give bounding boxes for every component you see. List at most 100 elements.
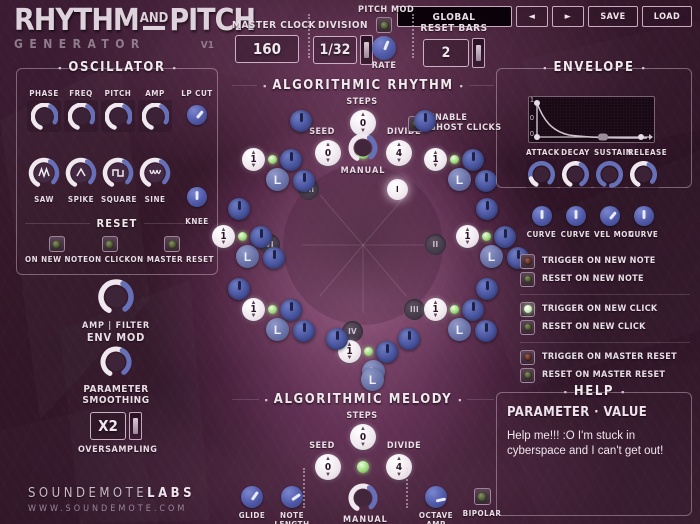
preset-save-button[interactable]: SAVE (588, 6, 638, 27)
step-8-knob-a[interactable] (290, 110, 312, 132)
release-knob[interactable] (630, 161, 657, 188)
melody-manual-knob[interactable] (347, 482, 379, 514)
oversampling-slider[interactable] (129, 412, 142, 440)
pitch-mod-rate-knob[interactable] (372, 36, 396, 60)
preset-prev-button[interactable]: ◄ (516, 6, 548, 27)
step-6-length-button[interactable]: L (236, 245, 259, 268)
knee-knob[interactable] (187, 187, 207, 207)
step-3-value[interactable]: ▲ 1 ▼ (424, 298, 447, 321)
vel-mod-knob[interactable] (599, 206, 620, 226)
melody-steps-value-stepper[interactable]: ▲ 0 ▼ (350, 424, 376, 450)
step-5-value[interactable]: ▲ 1 ▼ (242, 298, 265, 321)
trigger-on-new-note-toggle[interactable] (520, 253, 535, 269)
reset-on-new-note-toggle[interactable] (520, 271, 535, 287)
square-wave-knob[interactable] (102, 157, 134, 189)
curve-1-knob[interactable] (531, 206, 552, 226)
decay-knob[interactable] (562, 161, 589, 188)
step-2-length-button[interactable]: L (480, 245, 503, 268)
step-knob-right-upper[interactable] (476, 198, 498, 220)
step-knob-bottom-left[interactable] (326, 328, 348, 350)
step-5-knob-a[interactable] (280, 298, 302, 321)
reset-on-new-click-toggle[interactable] (520, 319, 535, 335)
step-1-value[interactable]: ▲ 1 ▼ (424, 148, 447, 171)
step-3-led[interactable] (450, 305, 459, 314)
master-clock-value[interactable]: 160 (235, 35, 299, 63)
step-knob-left-lower[interactable] (228, 278, 250, 300)
reset-on-new-click-row[interactable]: RESET ON NEW CLICK (520, 318, 690, 336)
bipolar-toggle[interactable] (473, 488, 491, 505)
trigger-on-master-reset-toggle[interactable] (520, 349, 535, 365)
rhythm-numeral-I[interactable]: I (387, 179, 408, 200)
step-6-led[interactable] (238, 232, 247, 241)
amp-knob[interactable] (141, 102, 169, 130)
step-4-knob-a[interactable] (376, 340, 398, 363)
curve-3-knob[interactable] (633, 206, 654, 226)
step-1-knob-b[interactable] (475, 170, 497, 192)
step-6-knob-b[interactable] (263, 247, 285, 269)
melody-divide-value-stepper[interactable]: ▲ 4 ▼ (386, 454, 412, 480)
sustain-knob[interactable] (596, 161, 623, 188)
step-knob-right-lower[interactable] (476, 278, 498, 300)
melody-seed-value-stepper[interactable]: ▲ 0 ▼ (315, 454, 341, 480)
step-knob-left-upper[interactable] (228, 198, 250, 220)
envelope-graph[interactable]: 1 0 0 (528, 96, 655, 143)
preset-next-button[interactable]: ► (552, 6, 584, 27)
step-5-length-button[interactable]: L (266, 318, 289, 341)
reset-on-master-reset-toggle[interactable] (164, 236, 181, 252)
global-reset-slider[interactable] (472, 38, 485, 68)
octave-amp-knob[interactable] (425, 486, 447, 508)
curve-2-knob[interactable] (565, 206, 586, 226)
reset-on-new-note-row[interactable]: RESET ON NEW NOTE (520, 270, 690, 288)
step-3-knob-a[interactable] (462, 298, 484, 321)
rhythm-numeral-III[interactable]: III (404, 299, 425, 320)
step-1-led[interactable] (450, 155, 459, 164)
env-mod-knob[interactable] (97, 278, 135, 316)
trigger-on-new-click-toggle[interactable] (520, 301, 535, 317)
step-2-value[interactable]: ▲ 1 ▼ (456, 225, 479, 248)
step-1-knob-a[interactable] (462, 148, 484, 171)
reset-on-click-toggle[interactable] (101, 236, 118, 252)
step-7-length-button[interactable]: L (266, 168, 289, 191)
parameter-smoothing-knob[interactable] (99, 345, 133, 379)
step-4-led[interactable] (364, 347, 373, 356)
reset-on-new-note-toggle[interactable] (48, 236, 65, 252)
step-bottom-length-button[interactable]: L (361, 368, 384, 391)
pitch-mod-toggle[interactable] (376, 17, 392, 33)
step-5-led[interactable] (268, 305, 277, 314)
step-8-knob-b[interactable] (414, 110, 436, 132)
preset-load-button[interactable]: LOAD (642, 6, 692, 27)
global-reset-value[interactable]: 2 (423, 39, 469, 67)
melody-center-led[interactable] (357, 461, 369, 473)
sine-wave-knob[interactable] (139, 157, 171, 189)
step-7-led[interactable] (268, 155, 277, 164)
spike-wave-knob[interactable] (65, 157, 97, 189)
saw-wave-knob[interactable] (28, 157, 60, 189)
reset-on-master-reset-toggle[interactable] (520, 367, 535, 383)
step-6-knob-a[interactable] (250, 225, 272, 248)
pitch-knob[interactable] (104, 102, 132, 130)
division-value[interactable]: 1/32 (313, 36, 357, 64)
rhythm-numeral-II[interactable]: II (425, 234, 446, 255)
reset-on-master-reset-row[interactable]: RESET ON MASTER RESET (520, 366, 690, 384)
note-length-knob[interactable] (281, 486, 303, 508)
step-7-knob-b[interactable] (293, 170, 315, 192)
trigger-on-master-reset-row[interactable]: TRIGGER ON MASTER RESET (520, 348, 690, 366)
phase-knob[interactable] (30, 102, 58, 130)
step-2-led[interactable] (482, 232, 491, 241)
step-knob-bottom-right[interactable] (398, 328, 420, 350)
step-7-value[interactable]: ▲ 1 ▼ (242, 148, 265, 171)
trigger-on-new-note-row[interactable]: TRIGGER ON NEW NOTE (520, 252, 690, 270)
step-5-knob-b[interactable] (293, 320, 315, 342)
trigger-on-new-click-row[interactable]: TRIGGER ON NEW CLICK (520, 300, 690, 318)
freq-knob[interactable] (67, 102, 95, 130)
step-3-length-button[interactable]: L (448, 318, 471, 341)
step-7-knob-a[interactable] (280, 148, 302, 171)
glide-knob[interactable] (241, 486, 263, 508)
oversampling-value[interactable]: X2 (90, 412, 126, 440)
step-3-knob-b[interactable] (475, 320, 497, 342)
attack-knob[interactable] (528, 161, 555, 188)
step-6-value[interactable]: ▲ 1 ▼ (212, 225, 235, 248)
lp-cut-knob[interactable] (187, 105, 207, 125)
step-2-knob-a[interactable] (494, 225, 516, 248)
step-1-length-button[interactable]: L (448, 168, 471, 191)
